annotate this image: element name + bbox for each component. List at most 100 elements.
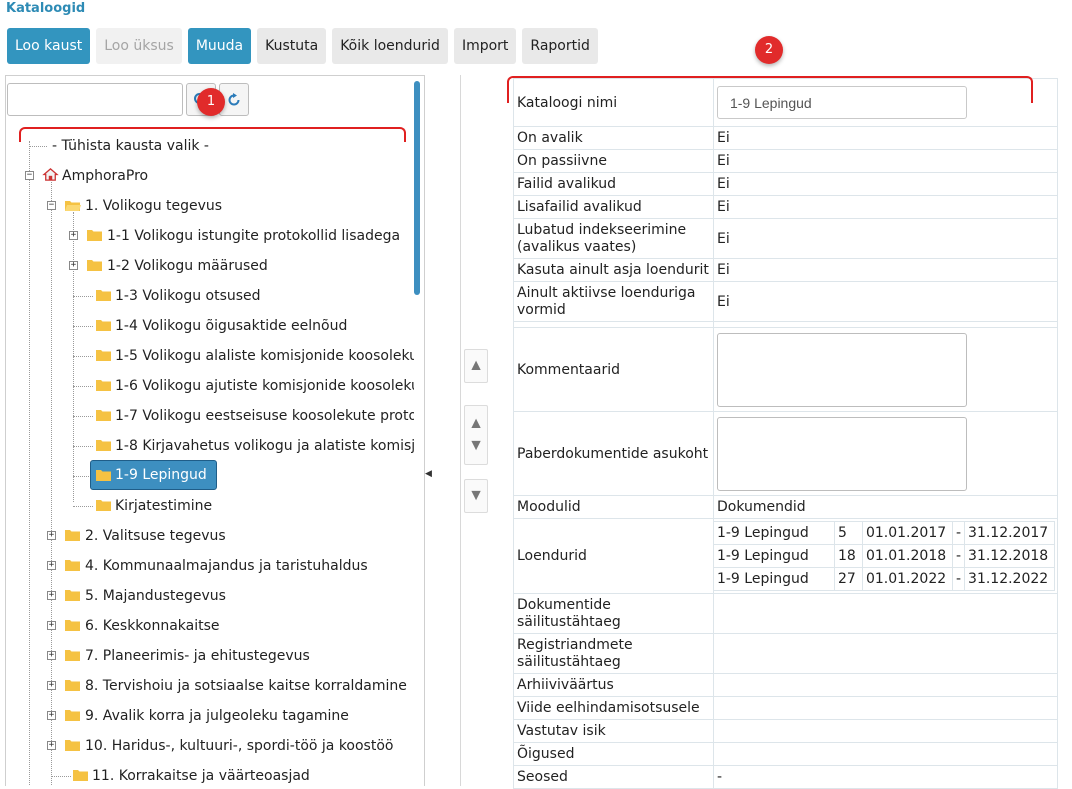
counter-start-date: 01.01.2018 [861, 544, 953, 568]
comments-textarea[interactable] [716, 332, 967, 407]
prop-label: Lubatud indekseerimine (avalikus vaates) [513, 218, 714, 259]
expand-icon[interactable]: + [69, 231, 78, 240]
prop-row-case-counter: Kasuta ainult asja loendurit Ei [513, 258, 1059, 282]
counter-name: 1-9 Lepingud [712, 544, 835, 568]
arrow-down-icon: ▼ [468, 437, 484, 454]
prop-label: Loendurid [513, 518, 714, 594]
expand-icon[interactable]: + [47, 591, 56, 600]
folder-icon [73, 770, 88, 781]
counter-row: 1-9 Lepingud 5 01.01.2017 - 31.12.2017 [712, 521, 1056, 545]
prop-label: Moodulid [513, 495, 714, 519]
folder-icon [65, 740, 80, 751]
prop-row-reg-retention: Registriandmete säilitustähtaeg [513, 633, 1059, 674]
create-unit-button[interactable]: Loo üksus [96, 28, 182, 64]
tree-node-7[interactable]: + 7. Planeerimis- ja ehitustegevus [6, 644, 414, 668]
tree-node-1-9-selected[interactable]: 1-9 Lepingud [90, 460, 217, 490]
tree-node-1-6[interactable]: 1-6 Volikogu ajutiste komisjonide koosol… [6, 374, 414, 398]
counter-separator: - [951, 567, 966, 591]
create-folder-button[interactable]: Loo kaust [7, 28, 91, 64]
annotation-bracket-1 [19, 127, 406, 142]
folder-icon [65, 530, 80, 541]
folder-icon [96, 470, 111, 481]
folder-icon [65, 650, 80, 661]
tree-node-6[interactable]: + 6. Keskkonnakaitse [6, 614, 414, 638]
folder-tree-panel: - Tühista kausta valik - − AmphoraPro − … [5, 75, 425, 786]
tree-node-4[interactable]: + 4. Kommunaalmajandus ja taristuhaldus [6, 554, 414, 578]
expand-icon[interactable]: + [47, 561, 56, 570]
expand-icon[interactable]: + [47, 621, 56, 630]
prop-label: Lisafailid avalikud [513, 195, 714, 219]
tree-node-1-10[interactable]: Kirjatestimine [6, 494, 414, 518]
prop-value: Ei [712, 149, 1059, 173]
tree-node-label: 1-2 Volikogu määrused [107, 258, 268, 274]
prop-row-relations: Seosed - [513, 765, 1059, 789]
tree-node-5[interactable]: + 5. Majandustegevus [6, 584, 414, 608]
tree-node-10[interactable]: + 10. Haridus-, kultuuri-, spordi-töö ja… [6, 734, 414, 758]
tree-node-label: 1-1 Volikogu istungite protokollid lisad… [107, 228, 401, 244]
tree-node-label: 6. Keskkonnakaitse [85, 618, 220, 634]
tree-node-1-1[interactable]: + 1-1 Volikogu istungite protokollid lis… [6, 224, 414, 248]
folder-icon [65, 710, 80, 721]
reports-button[interactable]: Raportid [522, 28, 598, 64]
tree-node-1-4[interactable]: 1-4 Volikogu õigusaktide eelnõud [6, 314, 414, 338]
tree-node-1-7[interactable]: 1-7 Volikogu eestseisuse koosolekute pro… [6, 404, 414, 428]
arrow-up-icon: ▲ [468, 415, 484, 432]
tree-node-label: 1-8 Kirjavahetus volikogu ja alatiste ko… [115, 438, 414, 454]
edit-button[interactable]: Muuda [187, 28, 252, 64]
paper-location-textarea[interactable] [716, 416, 967, 491]
tree-node-1-5[interactable]: 1-5 Volikogu alaliste komisjonide koosol… [6, 344, 414, 368]
tree-node-1[interactable]: − 1. Volikogu tegevus [6, 194, 414, 218]
tree-node-9[interactable]: + 9. Avalik korra ja julgeoleku tagamine [6, 704, 414, 728]
move-top-button[interactable]: ▲ [464, 349, 488, 383]
prop-value: Ei [712, 195, 1059, 219]
counter-name: 1-9 Lepingud [712, 521, 835, 545]
prop-row-passive: On passiivne Ei [513, 149, 1059, 173]
folder-icon [96, 320, 111, 331]
tree-node-label: 4. Kommunaalmajandus ja taristuhaldus [85, 558, 368, 574]
home-icon [42, 168, 59, 181]
folder-icon [96, 350, 111, 361]
prop-label: Viide eelhindamisotsusele [513, 696, 714, 720]
counter-number: 18 [833, 544, 863, 568]
prop-row-paper-location: Paberdokumentide asukoht [513, 411, 1059, 496]
tree-node-label: 1-3 Volikogu otsused [115, 288, 261, 304]
tree-node-11[interactable]: 11. Korrakaitse ja väärteoasjad [6, 764, 414, 786]
tree-scrollbar[interactable] [414, 81, 420, 295]
prop-value: Ei [712, 126, 1059, 150]
expand-icon[interactable]: + [47, 651, 56, 660]
prop-row-doc-retention: Dokumentide säilitustähtaeg [513, 593, 1059, 634]
tree-node-1-2[interactable]: + 1-2 Volikogu määrused [6, 254, 414, 278]
import-button[interactable]: Import [453, 28, 517, 64]
expand-icon[interactable]: + [69, 261, 78, 270]
counter-row: 1-9 Lepingud 27 01.01.2022 - 31.12.2022 [712, 567, 1056, 591]
prop-row-modules: Moodulid Dokumendid [513, 495, 1059, 519]
prop-row-rights: Õigused [513, 742, 1059, 766]
tree-node-label: 1-7 Volikogu eestseisuse koosolekute pro… [115, 408, 414, 424]
prop-label: Failid avalikud [513, 172, 714, 196]
tree-node-1-3[interactable]: 1-3 Volikogu otsused [6, 284, 414, 308]
prop-label: Seosed [513, 765, 714, 789]
counter-name: 1-9 Lepingud [712, 567, 835, 591]
expand-icon[interactable]: + [47, 531, 56, 540]
tree-node-root[interactable]: − AmphoraPro [6, 164, 414, 188]
counter-end-date: 31.12.2018 [964, 544, 1056, 568]
prop-label: Kasuta ainult asja loendurit [513, 258, 714, 282]
tree-node-1-8[interactable]: 1-8 Kirjavahetus volikogu ja alatiste ko… [6, 434, 414, 458]
expand-icon[interactable]: + [47, 741, 56, 750]
all-counters-button[interactable]: Kõik loendurid [332, 28, 448, 64]
prop-value: Dokumendid [712, 495, 1059, 519]
expand-icon[interactable]: + [47, 681, 56, 690]
annotation-marker-2: 2 [755, 36, 783, 64]
move-bottom-button[interactable]: ▼ [464, 479, 488, 513]
collapse-icon[interactable]: − [47, 201, 56, 210]
delete-button[interactable]: Kustuta [257, 28, 327, 64]
panel-collapse-icon[interactable]: ◀ [425, 469, 432, 479]
expand-icon[interactable]: + [47, 711, 56, 720]
tree-node-8[interactable]: + 8. Tervishoiu ja sotsiaalse kaitse kor… [6, 674, 414, 698]
move-up-down-button[interactable]: ▲ ▼ [464, 405, 488, 465]
folder-icon [96, 500, 111, 511]
tree-node-2[interactable]: + 2. Valitsuse tegevus [6, 524, 414, 548]
counter-start-date: 01.01.2017 [861, 521, 953, 545]
counter-separator: - [951, 544, 966, 568]
collapse-icon[interactable]: − [25, 171, 34, 180]
